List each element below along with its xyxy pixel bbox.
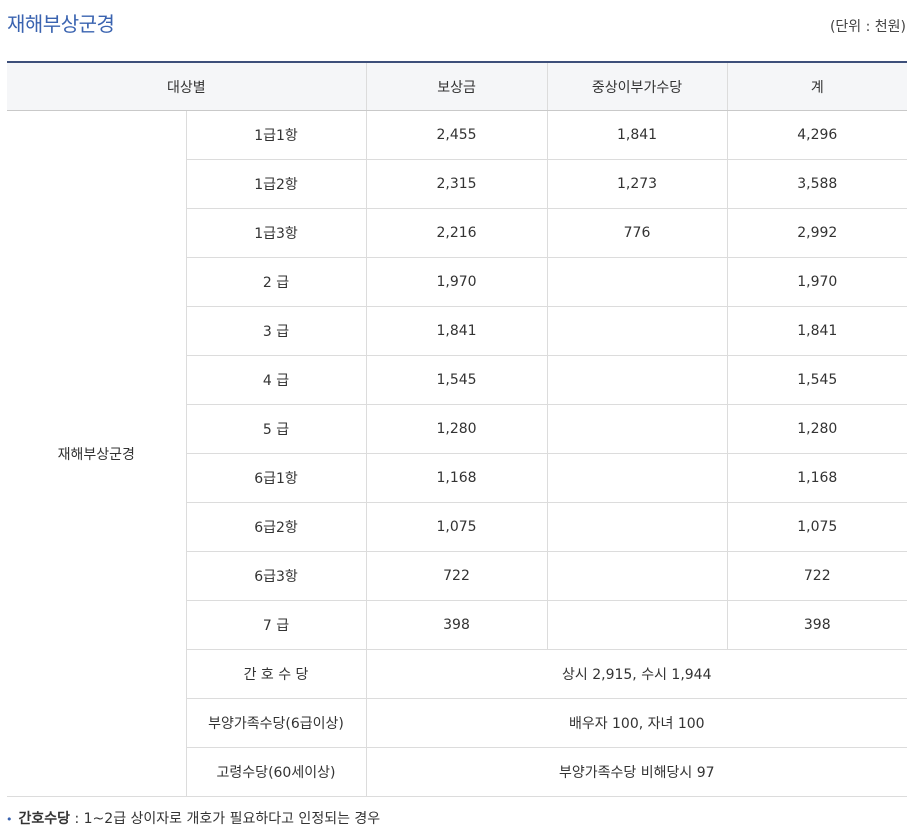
grade-cell: 6급1항 [186, 453, 367, 503]
total-cell: 1,075 [726, 502, 908, 552]
extra-allowance-cell [546, 404, 728, 454]
total-cell: 2,992 [726, 208, 908, 258]
compensation-cell: 2,455 [365, 110, 548, 160]
page-title: 재해부상군경 [7, 12, 115, 36]
extra-allowance-cell: 1,841 [546, 110, 728, 160]
compensation-cell: 1,168 [365, 453, 548, 503]
compensation-cell: 722 [365, 551, 548, 601]
extra-allowance-cell: 1,273 [546, 159, 728, 209]
grade-cell: 6급3항 [186, 551, 367, 601]
compensation-cell: 1,841 [365, 306, 548, 356]
allowance-value: 부양가족수당 비해당시 97 [365, 747, 908, 797]
allowance-label: 간 호 수 당 [186, 649, 367, 699]
compensation-cell: 2,315 [365, 159, 548, 209]
allowance-value: 배우자 100, 자녀 100 [365, 698, 908, 748]
compensation-cell: 2,216 [365, 208, 548, 258]
total-cell: 398 [726, 600, 908, 650]
grade-cell: 2 급 [186, 257, 367, 307]
extra-allowance-cell [546, 502, 728, 552]
allowance-label: 고령수당(60세이상) [186, 747, 367, 797]
allowance-label: 부양가족수당(6급이상) [186, 698, 367, 748]
group-label: 재해부상군경 [7, 110, 187, 797]
grade-cell: 6급2항 [186, 502, 367, 552]
extra-allowance-cell [546, 355, 728, 405]
compensation-cell: 1,545 [365, 355, 548, 405]
header-category: 대상별 [7, 61, 367, 111]
header-extra-allowance: 중상이부가수당 [546, 61, 728, 111]
extra-allowance-cell [546, 551, 728, 601]
header-total: 계 [726, 61, 908, 111]
total-cell: 3,588 [726, 159, 908, 209]
grade-cell: 3 급 [186, 306, 367, 356]
extra-allowance-cell [546, 453, 728, 503]
header-row: 대상별 보상금 중상이부가수당 계 [7, 61, 908, 111]
extra-allowance-cell [546, 600, 728, 650]
extra-allowance-cell [546, 257, 728, 307]
total-cell: 1,168 [726, 453, 908, 503]
unit-label: (단위 : 천원) [829, 19, 906, 35]
grade-cell: 1급2항 [186, 159, 367, 209]
footnote: • 간호수당 : 1~2급 상이자로 개호가 필요하다고 인정되는 경우 [6, 808, 380, 828]
footnote-term: 간호수당 [18, 811, 71, 827]
extra-allowance-cell [546, 306, 728, 356]
allowance-value: 상시 2,915, 수시 1,944 [365, 649, 908, 699]
grade-cell: 1급1항 [185, 110, 367, 160]
total-cell: 1,545 [726, 355, 908, 405]
total-cell: 1,841 [726, 306, 908, 356]
total-cell: 4,296 [726, 110, 908, 160]
grade-cell: 1급3항 [186, 208, 367, 258]
bullet-icon: • [6, 813, 13, 826]
total-cell: 1,280 [726, 404, 908, 454]
extra-allowance-cell: 776 [546, 208, 728, 258]
compensation-cell: 1,280 [365, 404, 548, 454]
compensation-cell: 398 [365, 600, 548, 650]
grade-cell: 5 급 [186, 404, 367, 454]
header-compensation: 보상금 [365, 61, 548, 111]
grade-cell: 7 급 [186, 600, 367, 650]
grade-cell: 4 급 [186, 355, 367, 405]
compensation-table: 대상별 보상금 중상이부가수당 계 재해부상군경 1급1항 2,455 1,84… [7, 61, 908, 797]
compensation-cell: 1,075 [365, 502, 548, 552]
table-row: 재해부상군경 1급1항 2,455 1,841 4,296 [7, 110, 908, 797]
footnote-text: : 1~2급 상이자로 개호가 필요하다고 인정되는 경우 [70, 811, 381, 827]
compensation-cell: 1,970 [365, 257, 548, 307]
total-cell: 722 [726, 551, 908, 601]
total-cell: 1,970 [726, 257, 908, 307]
